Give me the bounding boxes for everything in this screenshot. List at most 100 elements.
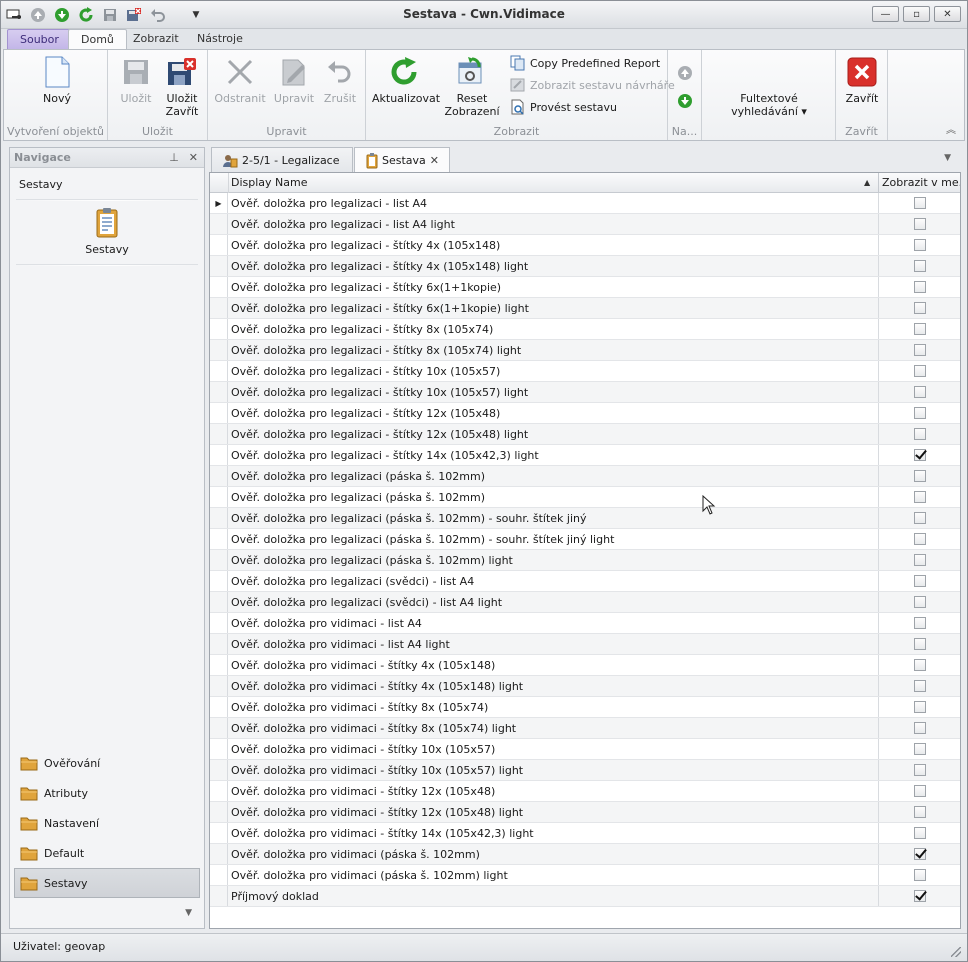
- doc-tab-legalizace[interactable]: 2-5/1 - Legalizace: [211, 147, 353, 173]
- cell-display-name[interactable]: Ověř. doložka pro vidimaci - štítky 4x (…: [228, 655, 878, 675]
- row-indicator[interactable]: [210, 214, 228, 234]
- cell-display-name[interactable]: Ověř. doložka pro legalizaci (páska š. 1…: [228, 508, 878, 528]
- show-in-menu-checkbox[interactable]: [913, 596, 926, 608]
- cell-display-name[interactable]: Ověř. doložka pro legalizaci (páska š. 1…: [228, 529, 878, 549]
- fulltext-search-button[interactable]: Fultextové vyhledávání ▾: [702, 92, 836, 118]
- cell-display-name[interactable]: Ověř. doložka pro legalizaci (svědci) - …: [228, 571, 878, 591]
- row-indicator[interactable]: [210, 235, 228, 255]
- table-row[interactable]: Ověř. doložka pro legalizaci - štítky 4x…: [210, 256, 960, 277]
- show-in-menu-checkbox[interactable]: [913, 239, 926, 251]
- close-window-button[interactable]: ✕: [934, 6, 961, 22]
- column-header-show-in-menu[interactable]: Zobrazit v me...: [878, 173, 960, 193]
- cell-display-name[interactable]: Ověř. doložka pro vidimaci - list A4: [228, 613, 878, 633]
- navigate-down-button[interactable]: [677, 92, 693, 110]
- cell-display-name[interactable]: Ověř. doložka pro legalizaci - štítky 12…: [228, 424, 878, 444]
- show-in-menu-checkbox[interactable]: [913, 764, 926, 776]
- row-indicator[interactable]: [210, 718, 228, 738]
- cell-display-name[interactable]: Ověř. doložka pro legalizaci - štítky 6x…: [228, 277, 878, 297]
- cell-display-name[interactable]: Ověř. doložka pro legalizaci - štítky 4x…: [228, 235, 878, 255]
- tab-overflow-icon[interactable]: ▼: [944, 153, 951, 163]
- row-indicator[interactable]: [210, 382, 228, 402]
- table-row[interactable]: Ověř. doložka pro legalizaci (páska š. 1…: [210, 466, 960, 487]
- cell-display-name[interactable]: Ověř. doložka pro legalizaci - štítky 10…: [228, 382, 878, 402]
- row-indicator[interactable]: [210, 634, 228, 654]
- table-row[interactable]: Ověř. doložka pro vidimaci - štítky 10x …: [210, 739, 960, 760]
- table-row[interactable]: Ověř. doložka pro legalizaci - štítky 14…: [210, 445, 960, 466]
- copy-predefined-report-button[interactable]: Copy Predefined Report: [510, 54, 660, 72]
- cell-display-name[interactable]: Ověř. doložka pro legalizaci - list A4: [228, 193, 878, 213]
- show-in-menu-checkbox[interactable]: [913, 533, 926, 545]
- row-indicator[interactable]: [210, 256, 228, 276]
- undo-icon[interactable]: [149, 6, 167, 24]
- table-row[interactable]: Ověř. doložka pro legalizaci (svědci) - …: [210, 571, 960, 592]
- show-in-menu-checkbox[interactable]: [913, 197, 926, 209]
- table-row[interactable]: Ověř. doložka pro legalizaci - štítky 12…: [210, 403, 960, 424]
- table-row[interactable]: Ověř. doložka pro legalizaci (páska š. 1…: [210, 487, 960, 508]
- table-row[interactable]: Ověř. doložka pro legalizaci - list A4 l…: [210, 214, 960, 235]
- row-indicator[interactable]: [210, 823, 228, 843]
- nav-group-sestavy[interactable]: Sestavy: [14, 868, 200, 898]
- show-in-menu-checkbox[interactable]: [913, 890, 926, 902]
- maximize-button[interactable]: ▫: [903, 6, 930, 22]
- show-in-menu-checkbox[interactable]: [913, 869, 926, 881]
- collapse-ribbon-icon[interactable]: ︽: [946, 121, 956, 136]
- cell-display-name[interactable]: Ověř. doložka pro legalizaci (páska š. 1…: [228, 487, 878, 507]
- customize-icon[interactable]: ▼: [187, 6, 205, 24]
- row-indicator[interactable]: [210, 277, 228, 297]
- resize-grip-icon[interactable]: [951, 947, 961, 957]
- row-indicator[interactable]: [210, 760, 228, 780]
- tab-soubor[interactable]: Soubor: [7, 29, 72, 49]
- row-indicator[interactable]: [210, 676, 228, 696]
- table-row[interactable]: Příjmový doklad: [210, 886, 960, 907]
- cell-display-name[interactable]: Ověř. doložka pro legalizaci - list A4 l…: [228, 214, 878, 234]
- show-in-menu-checkbox[interactable]: [913, 470, 926, 482]
- column-header-display-name[interactable]: Display Name: [228, 173, 878, 193]
- row-indicator[interactable]: [210, 781, 228, 801]
- row-indicator[interactable]: [210, 592, 228, 612]
- nav-tile-sestavy[interactable]: Sestavy: [10, 201, 204, 264]
- show-in-menu-checkbox[interactable]: [913, 827, 926, 839]
- table-row[interactable]: Ověř. doložka pro legalizaci - štítky 12…: [210, 424, 960, 445]
- table-row[interactable]: Ověř. doložka pro legalizaci (páska š. 1…: [210, 529, 960, 550]
- show-in-menu-checkbox[interactable]: [913, 260, 926, 272]
- table-row[interactable]: Ověř. doložka pro legalizaci (páska š. 1…: [210, 550, 960, 571]
- table-row[interactable]: Ověř. doložka pro legalizaci - štítky 10…: [210, 361, 960, 382]
- table-row[interactable]: Ověř. doložka pro vidimaci (páska š. 102…: [210, 844, 960, 865]
- nav-group-default[interactable]: Default: [10, 838, 204, 868]
- row-indicator[interactable]: [210, 298, 228, 318]
- row-indicator[interactable]: [210, 529, 228, 549]
- row-indicator[interactable]: [210, 487, 228, 507]
- app-icon[interactable]: [5, 6, 23, 24]
- show-in-menu-checkbox[interactable]: [913, 491, 926, 503]
- close-tab-icon[interactable]: ✕: [430, 154, 439, 167]
- show-in-menu-checkbox[interactable]: [913, 680, 926, 692]
- save-close-button[interactable]: Uložit Zavřít: [160, 56, 204, 118]
- cell-display-name[interactable]: Ověř. doložka pro legalizaci - štítky 8x…: [228, 319, 878, 339]
- show-in-menu-checkbox[interactable]: [913, 281, 926, 293]
- cell-display-name[interactable]: Ověř. doložka pro legalizaci - štítky 6x…: [228, 298, 878, 318]
- show-in-menu-checkbox[interactable]: [913, 785, 926, 797]
- table-row[interactable]: Ověř. doložka pro legalizaci - štítky 8x…: [210, 340, 960, 361]
- show-in-menu-checkbox[interactable]: [913, 659, 926, 671]
- reset-view-button[interactable]: Reset Zobrazení: [442, 56, 502, 118]
- delete-button[interactable]: Odstranit: [212, 56, 268, 105]
- tab-zobrazit[interactable]: Zobrazit: [121, 29, 191, 49]
- refresh-button[interactable]: Aktualizovat: [372, 56, 440, 105]
- cell-display-name[interactable]: Ověř. doložka pro vidimaci - list A4 lig…: [228, 634, 878, 654]
- back-icon[interactable]: [29, 6, 47, 24]
- cell-display-name[interactable]: Ověř. doložka pro vidimaci - štítky 10x …: [228, 739, 878, 759]
- tab-domu[interactable]: Domů: [68, 29, 127, 50]
- show-in-menu-checkbox[interactable]: [913, 743, 926, 755]
- table-row[interactable]: Ověř. doložka pro vidimaci - štítky 10x …: [210, 760, 960, 781]
- row-indicator[interactable]: [210, 739, 228, 759]
- row-indicator[interactable]: [210, 655, 228, 675]
- show-in-menu-checkbox[interactable]: [913, 323, 926, 335]
- show-in-menu-checkbox[interactable]: [913, 806, 926, 818]
- show-in-menu-checkbox[interactable]: [913, 554, 926, 566]
- table-row[interactable]: ▶ Ověř. doložka pro legalizaci - list A4: [210, 193, 960, 214]
- cell-display-name[interactable]: Ověř. doložka pro vidimaci - štítky 10x …: [228, 760, 878, 780]
- nav-group-overovani[interactable]: Ověřování: [10, 748, 204, 778]
- forward-icon[interactable]: [53, 6, 71, 24]
- table-row[interactable]: Ověř. doložka pro vidimaci - štítky 4x (…: [210, 655, 960, 676]
- row-indicator[interactable]: [210, 466, 228, 486]
